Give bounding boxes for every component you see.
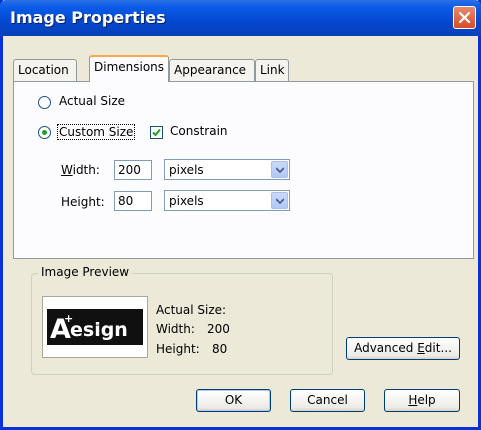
width-input[interactable]: 200 [114, 160, 152, 180]
tab-link[interactable]: Link [255, 59, 289, 81]
image-preview-frame: A + esign [42, 296, 148, 358]
advanced-edit-accel: E [417, 341, 425, 355]
image-preview-legend: Image Preview [38, 265, 133, 279]
title-bar[interactable]: Image Properties [0, 0, 481, 36]
close-button[interactable] [453, 6, 476, 29]
preview-width-value: 200 [207, 322, 230, 336]
tab-location[interactable]: Location [13, 59, 77, 81]
height-label: Height: [61, 195, 105, 209]
tab-link-label: Link [260, 63, 285, 77]
custom-size-radio[interactable] [38, 126, 51, 139]
window-title: Image Properties [10, 8, 166, 27]
width-label-accel: W [61, 163, 73, 177]
width-unit-value: pixels [169, 163, 204, 177]
actual-size-label: Actual Size [59, 94, 126, 108]
advanced-edit-post: dit... [424, 341, 452, 355]
dropdown-arrow-icon[interactable] [271, 192, 288, 209]
ok-button[interactable]: OK [196, 389, 271, 412]
tab-appearance-label: Appearance [174, 63, 247, 77]
preview-actual-size-title: Actual Size: [156, 303, 227, 317]
preview-height-label: Height: [156, 342, 200, 356]
close-icon [458, 11, 471, 24]
width-label: Width: [61, 163, 100, 177]
preview-width-label: Width: [156, 322, 195, 336]
height-unit-value: pixels [169, 194, 204, 208]
width-input-value: 200 [118, 163, 141, 177]
width-label-rest: idth: [72, 163, 100, 177]
constrain-checkbox[interactable] [150, 126, 163, 139]
design-logo-image: A + esign [47, 309, 143, 345]
radio-selected-icon [42, 130, 47, 135]
logo-text: esign [70, 319, 128, 341]
tab-location-label: Location [18, 63, 69, 77]
actual-size-radio[interactable] [38, 96, 51, 109]
custom-size-label: Custom Size [57, 124, 136, 140]
cancel-button[interactable]: Cancel [290, 389, 365, 412]
help-button[interactable]: Help [384, 389, 460, 412]
advanced-edit-pre: Advanced [354, 341, 418, 355]
height-input-value: 80 [118, 194, 134, 208]
height-unit-select[interactable]: pixels [164, 190, 290, 211]
help-accel: H [408, 393, 418, 407]
height-input[interactable]: 80 [114, 191, 152, 211]
width-unit-select[interactable]: pixels [164, 159, 290, 180]
dropdown-arrow-icon[interactable] [271, 161, 288, 178]
tab-dimensions[interactable]: Dimensions [89, 55, 169, 82]
tab-appearance[interactable]: Appearance [169, 59, 255, 81]
advanced-edit-button[interactable]: Advanced Edit... [346, 337, 460, 360]
checkbox-checked-icon [152, 128, 161, 137]
tab-dimensions-label: Dimensions [94, 60, 165, 74]
constrain-label: Constrain [170, 124, 228, 138]
preview-height-value: 80 [212, 342, 228, 356]
help-rest: elp [417, 393, 436, 407]
